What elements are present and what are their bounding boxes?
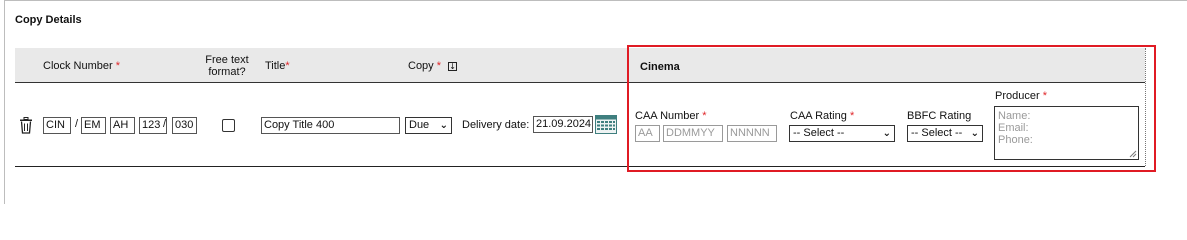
required-marker: * <box>115 60 121 72</box>
title-input[interactable]: Copy Title 400 <box>261 117 400 134</box>
section-title: Copy Details <box>15 14 82 26</box>
clock-separator: / <box>75 118 79 130</box>
delivery-date-input[interactable]: 21.09.2024 <box>533 116 593 133</box>
header-title: Title* <box>265 60 290 72</box>
header-copy: Copy * ↓ <box>408 60 458 72</box>
header-free-text: Free text format? <box>205 54 249 78</box>
clock-part-1-input[interactable]: CIN <box>43 117 71 134</box>
clock-separator: / <box>163 118 167 130</box>
header-free-text-line2: format? <box>208 66 246 78</box>
sort-down-icon[interactable]: ↓ <box>448 62 458 71</box>
copy-select-value: Due <box>409 119 430 131</box>
header-title-label: Title <box>265 60 286 72</box>
header-clock-number: Clock Number * <box>43 60 120 72</box>
trash-icon[interactable] <box>19 117 33 134</box>
copy-select[interactable]: Due ⌄ <box>405 117 452 134</box>
header-free-text-line1: Free text <box>205 54 249 66</box>
calendar-icon[interactable] <box>595 115 617 134</box>
header-copy-label: Copy <box>408 60 434 72</box>
clock-part-3-input[interactable]: AH <box>110 117 135 134</box>
free-text-checkbox[interactable] <box>222 119 235 132</box>
header-clock-number-label: Clock Number <box>43 60 113 72</box>
required-marker: * <box>436 60 442 72</box>
clock-part-5-input[interactable]: 030 <box>172 117 197 134</box>
required-marker: * <box>285 60 290 72</box>
cinema-highlight-box <box>627 45 1156 172</box>
delivery-date-label: Delivery date: <box>462 119 530 131</box>
chevron-down-icon: ⌄ <box>439 120 448 131</box>
clock-part-2-input[interactable]: EM <box>81 117 106 134</box>
